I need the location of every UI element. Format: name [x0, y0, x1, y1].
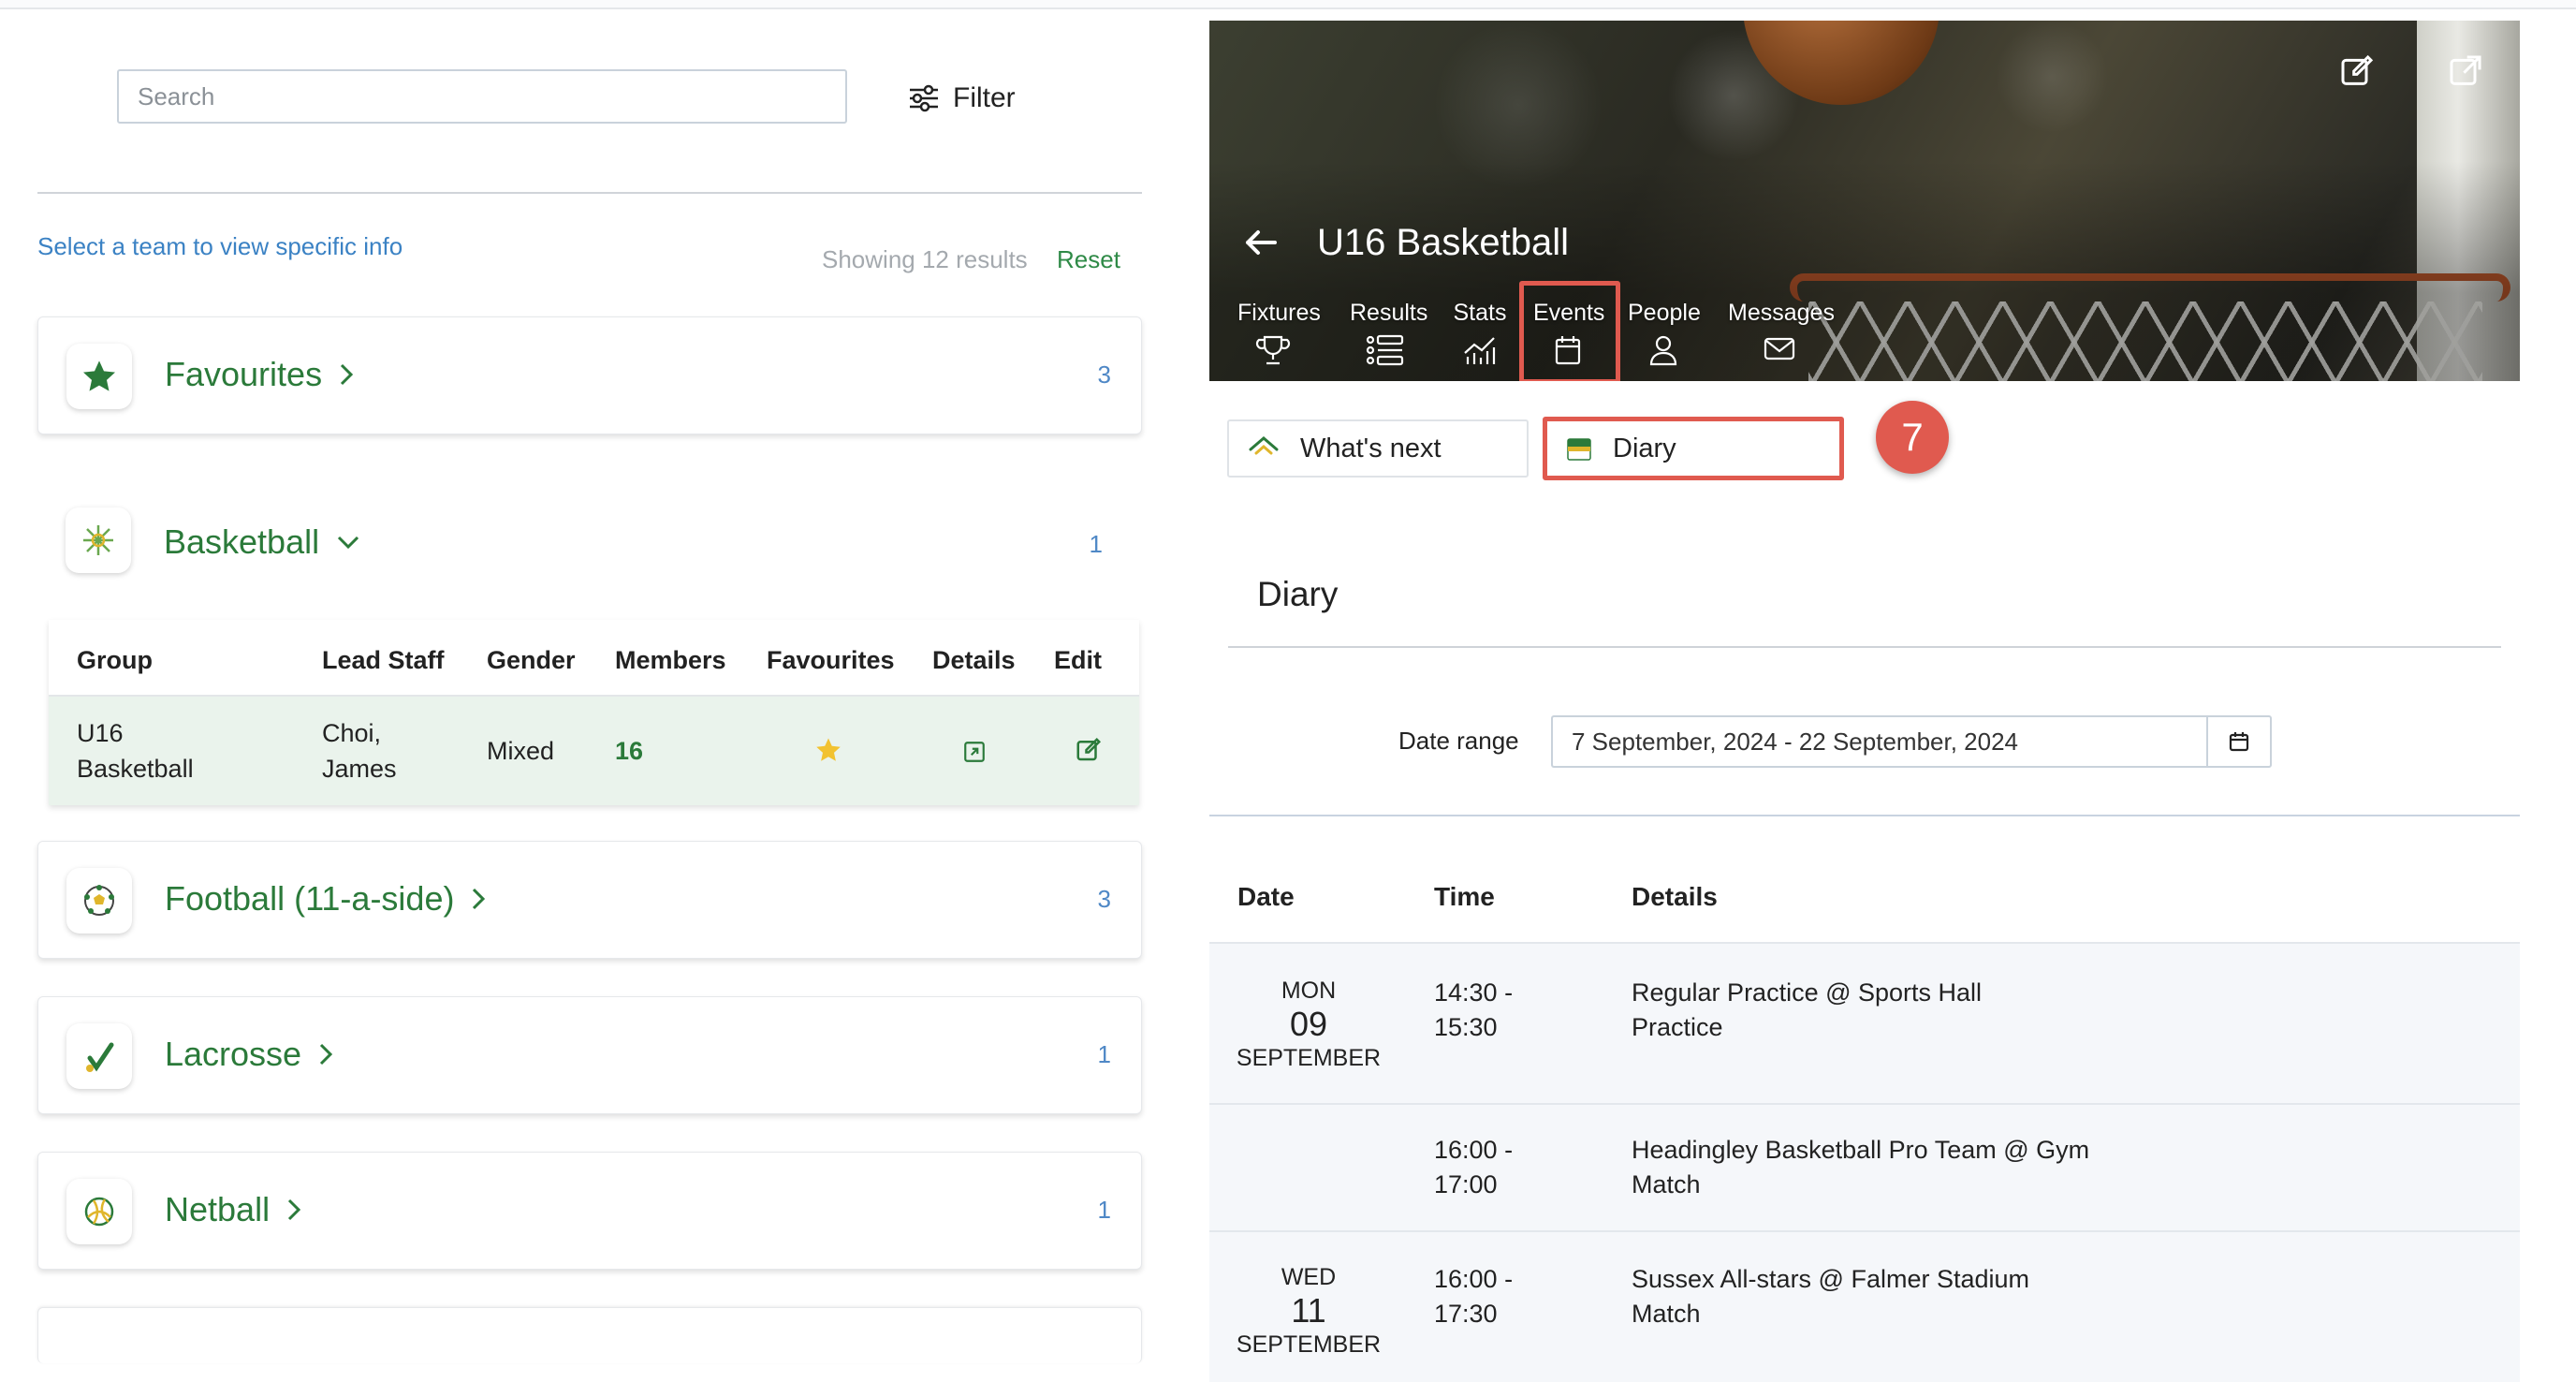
diary-heading: Diary — [1257, 575, 1339, 613]
column-header-time: Time — [1434, 882, 1495, 911]
divider — [37, 192, 1142, 194]
tab-stats[interactable]: Stats — [1451, 300, 1509, 366]
chevron-down-icon — [338, 536, 359, 550]
category-name: Basketball — [164, 522, 360, 562]
column-header-favourites: Favourites — [767, 646, 895, 674]
category-count: 1 — [1097, 1196, 1111, 1224]
team-banner: U16 Basketball Fixtures Results Stats Ev… — [1209, 21, 2520, 381]
chevron-right-icon — [288, 1198, 301, 1221]
team-list-panel: Filter Select a team to view specific in… — [9, 9, 1179, 1382]
diary-tab[interactable]: Diary — [1543, 417, 1844, 480]
sliders-icon — [910, 84, 938, 112]
details-icon[interactable] — [962, 738, 987, 773]
whats-next-tab[interactable]: What's next — [1227, 419, 1529, 478]
basketball-photo — [1743, 21, 1939, 105]
filter-label: Filter — [953, 82, 1016, 113]
members-link[interactable]: 16 — [615, 733, 643, 769]
results-count: Showing 12 results — [822, 245, 1028, 273]
external-link-icon[interactable] — [2447, 52, 2484, 90]
diary-details: Regular Practice @ Sports Hall Practice — [1632, 978, 1983, 1041]
diary-time: 16:00 - 17:30 — [1434, 1265, 1514, 1328]
diary-date: MON 09 SEPTEMBER — [1236, 978, 1382, 1071]
column-header-date: Date — [1237, 882, 1295, 911]
lacrosse-icon — [66, 1023, 132, 1089]
basketball-icon — [66, 507, 131, 573]
column-header-group: Group — [77, 646, 153, 674]
stats-chart-icon — [1464, 337, 1496, 364]
category-name: Favourites — [165, 355, 354, 394]
whats-next-label: What's next — [1300, 433, 1442, 463]
team-title: U16 Basketball — [1317, 222, 1570, 263]
group-table: Group Lead Staff Gender Members Favourit… — [49, 620, 1139, 805]
football-icon — [66, 868, 132, 934]
select-team-hint: Select a team to view specific info — [37, 232, 403, 260]
person-icon — [1649, 335, 1677, 366]
category-count: 1 — [1097, 1040, 1111, 1068]
category-count: 3 — [1097, 885, 1111, 913]
results-list-icon — [1366, 334, 1404, 366]
table-row[interactable]: U16 Basketball Choi, James Mixed 16 — [49, 697, 1139, 805]
column-header-details: Details — [1632, 882, 1718, 911]
category-card-netball[interactable]: Netball 1 — [37, 1152, 1142, 1270]
chevron-right-icon — [320, 1043, 333, 1066]
category-count: 3 — [1097, 360, 1111, 389]
chevron-right-icon — [341, 363, 354, 386]
calendar-icon — [1567, 438, 1591, 461]
calendar-icon — [2229, 732, 2249, 752]
edit-icon[interactable] — [1075, 736, 1103, 773]
category-card-football[interactable]: Football (11-a-side) 3 — [37, 841, 1142, 959]
lead-staff: Choi, James — [322, 719, 397, 783]
gender: Mixed — [487, 737, 555, 765]
date-picker-button[interactable] — [2206, 715, 2272, 768]
back-arrow-icon[interactable] — [1243, 228, 1277, 257]
category-name: Lacrosse — [165, 1035, 333, 1074]
group-name: U16 Basketball — [77, 719, 194, 783]
date-range-label: Date range — [1398, 727, 1519, 755]
tab-results[interactable]: Results — [1350, 300, 1427, 366]
diary-row[interactable]: WED 11 SEPTEMBER 16:00 - 17:30 Sussex Al… — [1209, 1230, 2520, 1382]
filter-button[interactable]: Filter — [908, 82, 1016, 114]
edit-icon[interactable] — [2338, 52, 2376, 90]
diary-details: Headingley Basketball Pro Team @ Gym Mat… — [1632, 1136, 2090, 1198]
category-card-favourites[interactable]: Favourites 3 — [37, 316, 1142, 434]
divider — [1228, 646, 2501, 648]
category-header-basketball[interactable]: Basketball 1 — [37, 487, 1142, 599]
diary-row[interactable]: MON 09 SEPTEMBER 14:30 - 15:30 Regular P… — [1209, 942, 2520, 1103]
column-header-lead-staff: Lead Staff — [322, 646, 445, 674]
category-card-partial[interactable] — [37, 1307, 1142, 1363]
diary-date: WED 11 SEPTEMBER — [1236, 1264, 1382, 1358]
divider — [1209, 815, 2520, 816]
tab-people[interactable]: People — [1628, 300, 1701, 366]
trophy-icon — [1255, 335, 1291, 365]
column-header-gender: Gender — [487, 646, 576, 674]
date-range-input[interactable] — [1551, 715, 2206, 768]
category-count: 1 — [1089, 530, 1103, 558]
house-icon — [1249, 436, 1279, 455]
category-card-lacrosse[interactable]: Lacrosse 1 — [37, 996, 1142, 1114]
top-border — [0, 0, 2576, 9]
tab-fixtures[interactable]: Fixtures — [1237, 300, 1321, 366]
tab-messages[interactable]: Messages — [1728, 300, 1835, 362]
diary-label: Diary — [1613, 433, 1676, 463]
column-header-details: Details — [932, 646, 1016, 674]
search-input[interactable] — [117, 69, 847, 124]
diary-time: 16:00 - 17:00 — [1434, 1136, 1514, 1198]
column-header-edit: Edit — [1054, 646, 1102, 674]
column-header-members: Members — [615, 646, 726, 674]
envelope-icon — [1764, 337, 1795, 360]
favourite-star-icon[interactable] — [814, 736, 842, 773]
step-number-badge: 7 — [1876, 401, 1949, 474]
diary-time: 14:30 - 15:30 — [1434, 978, 1514, 1041]
diary-details: Sussex All-stars @ Falmer Stadium Match — [1632, 1265, 2030, 1328]
reset-link[interactable]: Reset — [1057, 245, 1120, 274]
chevron-right-icon — [473, 888, 486, 910]
category-name: Football (11-a-side) — [165, 879, 486, 919]
netball-icon — [66, 1179, 132, 1244]
events-tab-highlight — [1519, 281, 1620, 381]
star-icon — [66, 344, 132, 409]
category-name: Netball — [165, 1190, 301, 1229]
diary-row[interactable]: 16:00 - 17:00 Headingley Basketball Pro … — [1209, 1103, 2520, 1230]
